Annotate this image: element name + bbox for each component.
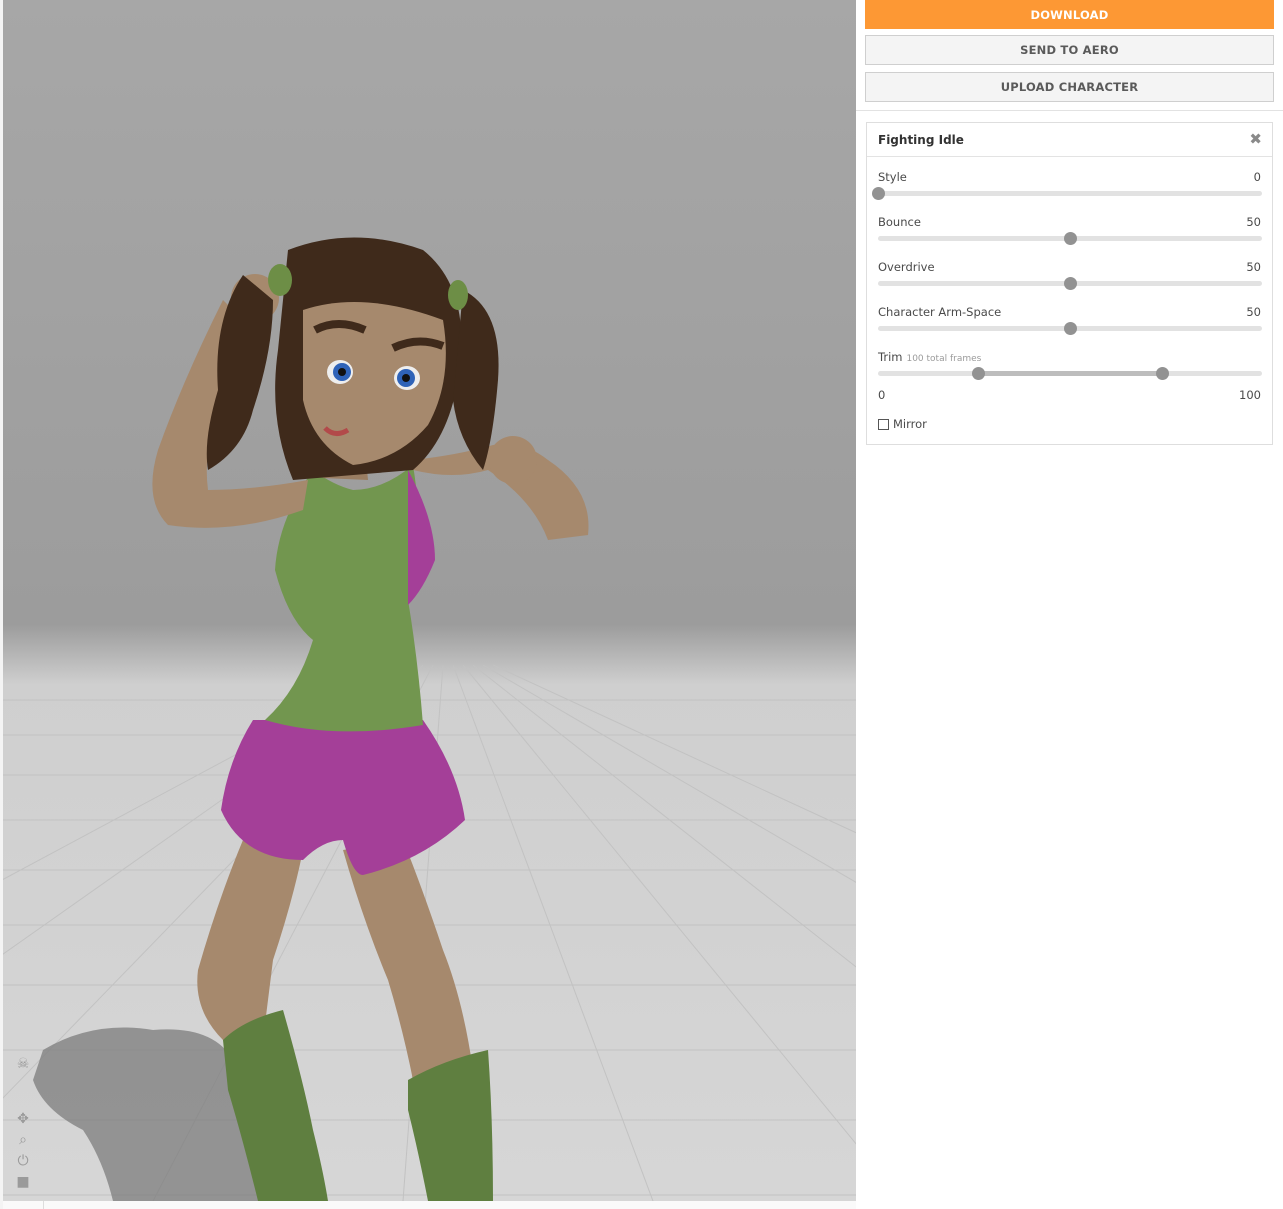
zoom-icon[interactable]: ⌕ [13,1131,33,1149]
bounce-value: 50 [1246,215,1261,229]
trim-max-label: 100 [1239,388,1261,402]
trim-label: Trim 100 total frames [878,350,981,364]
viewport-scene [3,237,856,1201]
arm-space-slider[interactable] [878,322,1262,335]
3d-viewport[interactable]: ☠ ✥ ⌕ ⏻ ■ [3,0,856,1201]
send-to-aero-button[interactable]: SEND TO AERO [865,35,1274,65]
mirror-toggle[interactable]: Mirror [878,417,927,431]
viewport-bottom-bar [3,1201,856,1209]
style-slider-handle[interactable] [872,187,885,200]
style-value: 0 [1253,170,1261,184]
trim-range-slider[interactable] [878,367,1262,380]
move-icon[interactable]: ✥ [13,1110,33,1128]
arm-space-value: 50 [1246,305,1261,319]
trim-range-fill [977,371,1163,376]
animation-title: Fighting Idle [878,133,964,147]
style-label: Style [878,170,907,184]
panel-divider [856,110,1283,111]
close-icon[interactable]: ✖ [1249,130,1262,148]
card-header: Fighting Idle ✖ [867,123,1272,157]
mirror-label: Mirror [893,417,927,431]
trim-frames-note: 100 total frames [906,354,982,364]
bounce-slider-handle[interactable] [1064,232,1077,245]
power-icon[interactable]: ⏻ [13,1152,33,1170]
overdrive-slider-handle[interactable] [1064,277,1077,290]
style-slider[interactable] [872,187,1262,200]
skull-icon[interactable]: ☠ [13,1055,33,1073]
trim-start-handle[interactable] [971,367,985,380]
overdrive-label: Overdrive [878,260,935,274]
trim-label-text: Trim [878,350,903,364]
bounce-slider[interactable] [878,232,1262,245]
overdrive-value: 50 [1246,260,1261,274]
mirror-checkbox[interactable] [878,418,889,430]
camera-icon[interactable]: ■ [13,1173,33,1191]
bounce-label: Bounce [878,215,921,229]
trim-min-label: 0 [878,388,886,402]
animation-settings-card: Fighting Idle ✖ Style 0 Bounce 50 Overdr… [866,122,1273,445]
trim-end-handle[interactable] [1156,367,1170,380]
overdrive-slider[interactable] [878,277,1262,290]
download-button[interactable]: DOWNLOAD [865,0,1274,29]
upload-character-button[interactable]: UPLOAD CHARACTER [865,72,1274,102]
arm-space-label: Character Arm-Space [878,305,1002,319]
arm-space-slider-handle[interactable] [1064,322,1077,335]
side-panel: DOWNLOAD SEND TO AERO UPLOAD CHARACTER F… [856,0,1283,1209]
